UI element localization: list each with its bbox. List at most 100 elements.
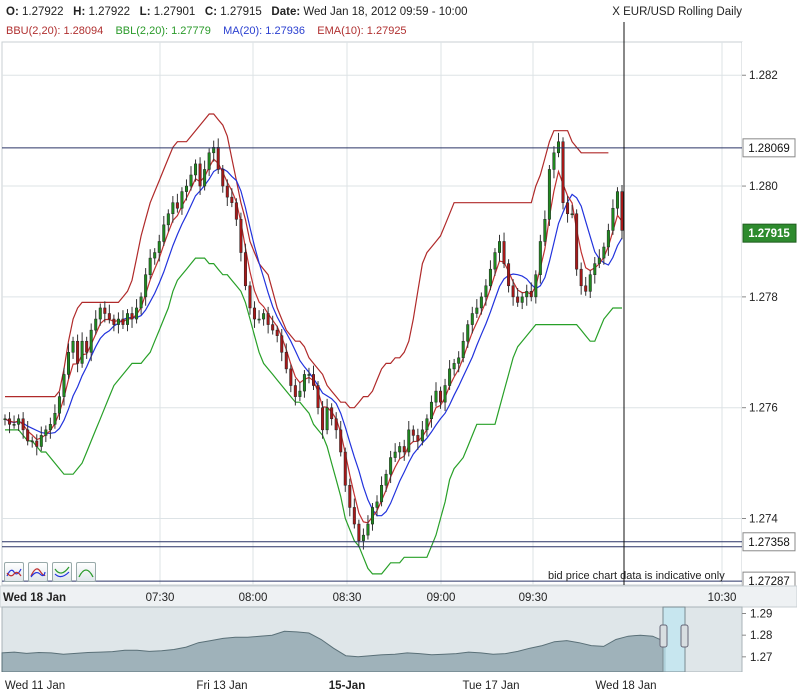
candle-up <box>597 257 601 264</box>
candle-up <box>48 424 52 431</box>
candle-down <box>275 329 279 336</box>
candle-up <box>139 296 143 309</box>
navigator-x-tick-label: Wed 18 Jan <box>595 680 656 692</box>
candle-up <box>556 141 560 154</box>
candle-up <box>461 340 465 359</box>
candle-down <box>339 429 343 453</box>
candle-down <box>357 523 361 541</box>
candle-up <box>479 296 483 309</box>
chart-window: O: 1.27922 H: 1.27922 L: 1.27901 C: 1.27… <box>0 0 797 696</box>
candle-up <box>307 374 311 376</box>
envelope-icon[interactable] <box>52 562 72 582</box>
candle-up <box>67 352 71 375</box>
candle-up <box>484 285 488 298</box>
moving-average-icon[interactable] <box>28 562 48 582</box>
candle-up <box>39 435 43 447</box>
candle-up <box>457 357 461 364</box>
y-tick-label: 1.278 <box>749 292 778 304</box>
candle-up <box>180 191 184 209</box>
candle-up <box>375 501 379 508</box>
candle-up <box>602 246 606 259</box>
navigator-y-tick-label: 1.28 <box>750 630 772 642</box>
candle-down <box>253 307 257 320</box>
candle-down <box>198 163 202 187</box>
candle-down <box>402 446 406 453</box>
candle-up <box>547 169 551 220</box>
candle-down <box>312 374 315 386</box>
x-tick-label: 08:30 <box>333 592 362 604</box>
candle-up <box>298 390 302 397</box>
x-tick-label: 07:30 <box>146 592 175 604</box>
candle-up <box>126 313 129 325</box>
candle-up <box>593 263 597 275</box>
disclaimer-text: bid price chart data is indicative only <box>548 570 725 582</box>
candle-up <box>262 313 266 320</box>
candle-up <box>380 485 384 503</box>
candle-down <box>502 241 506 264</box>
candle-up <box>302 374 306 392</box>
curve-icon[interactable] <box>76 562 96 582</box>
candle-up <box>361 534 365 541</box>
candle-up <box>257 318 261 321</box>
navigator-handle-right[interactable] <box>680 624 689 648</box>
candle-down <box>566 202 570 215</box>
candle-up <box>429 401 433 420</box>
candle-up <box>144 274 148 298</box>
horizontal-line-label: 1.28069 <box>748 143 790 155</box>
candle-down <box>316 385 320 408</box>
candle-up <box>552 152 556 170</box>
x-start-label: Wed 18 Jan <box>3 592 66 604</box>
navigator[interactable]: 1.29 1.28 1.27 Wed 11 Jan Fri 13 Jan 15-Jan Tu… <box>0 606 797 696</box>
candle-down <box>221 169 225 187</box>
candle-down <box>579 268 583 287</box>
candle-down <box>230 196 234 203</box>
candle-up <box>71 340 75 353</box>
candle-down <box>561 141 565 203</box>
candle-up <box>189 174 193 187</box>
x-tick-label: 09:00 <box>427 592 456 604</box>
candle-down <box>35 440 39 447</box>
candle-up <box>62 374 66 397</box>
navigator-axis-bar <box>0 672 797 696</box>
navigator-handle-left[interactable] <box>659 624 668 648</box>
grid <box>1 41 796 586</box>
candle-up <box>194 163 198 176</box>
candle-up <box>153 252 157 259</box>
candle-up <box>615 191 619 209</box>
candle-down <box>121 318 125 325</box>
candle-down <box>280 335 284 353</box>
candle-down <box>26 429 30 442</box>
candle-down <box>321 407 325 431</box>
x-tick-label: 08:00 <box>239 592 268 604</box>
candle-up <box>370 507 374 525</box>
candle-up <box>366 523 370 536</box>
candle-up <box>420 429 424 442</box>
candle-down <box>343 451 347 486</box>
candle-up <box>171 202 175 215</box>
horizontal-line-label: 1.27358 <box>748 537 790 549</box>
candle-down <box>271 324 275 331</box>
candle-up <box>570 213 574 216</box>
candle-down <box>239 219 243 253</box>
y-tick-label: 1.274 <box>749 514 778 526</box>
bollinger-icon[interactable] <box>4 562 24 582</box>
candle-down <box>584 285 588 292</box>
price-chart[interactable]: 1.280691.273581.272871.2791518 Jan 09:59… <box>0 0 797 696</box>
candle-up <box>184 185 188 192</box>
candle-down <box>334 418 338 431</box>
candle-down <box>529 291 533 298</box>
candle-down <box>352 507 356 525</box>
candle-up <box>98 307 102 320</box>
candle-down <box>416 435 420 442</box>
candle-up <box>207 152 211 170</box>
candle-up <box>157 241 161 253</box>
last-price-label: 1.27915 <box>748 228 790 240</box>
navigator-y-tick-label: 1.29 <box>750 609 772 621</box>
candle-up <box>611 207 615 231</box>
candle-up <box>94 318 98 331</box>
candle-up <box>325 407 329 431</box>
candle-down <box>130 313 134 320</box>
candle-up <box>398 446 402 453</box>
candle-up <box>135 307 139 320</box>
candle-up <box>162 224 166 242</box>
